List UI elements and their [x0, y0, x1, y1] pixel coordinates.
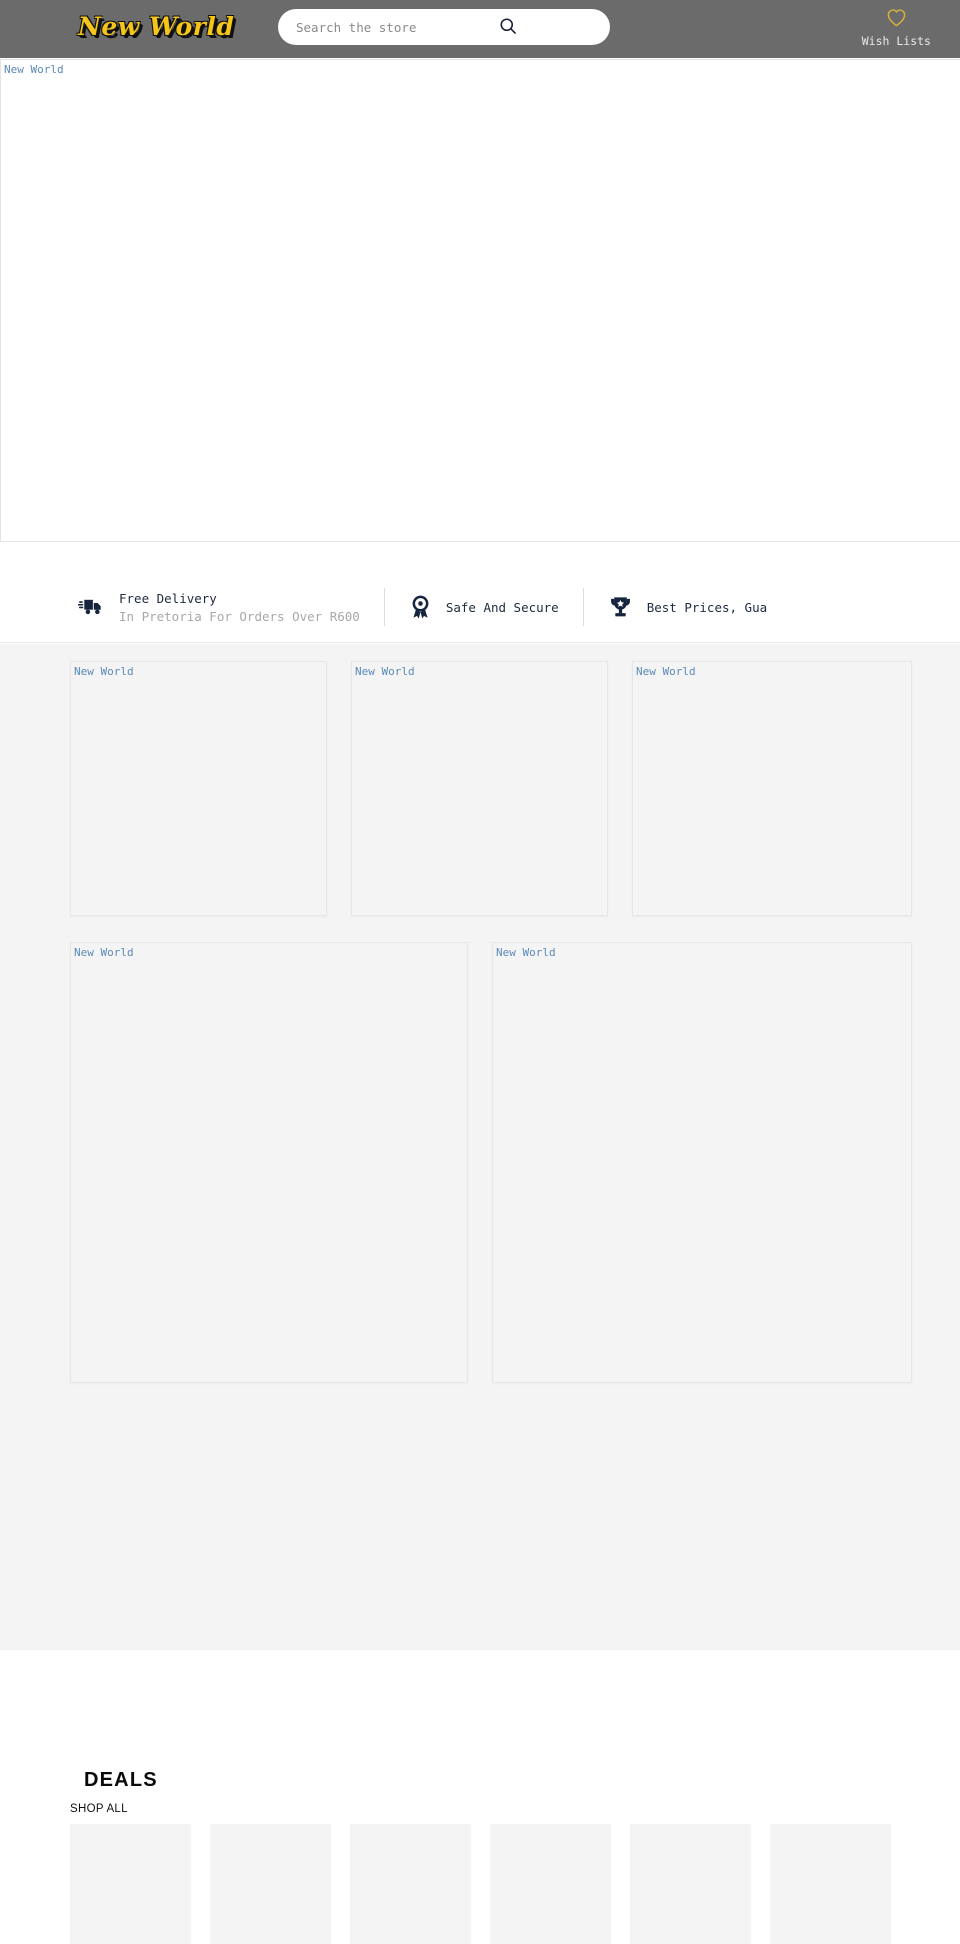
wish-lists-label: Wish Lists [861, 34, 931, 48]
site-header: New World Wish Lists S [0, 0, 960, 58]
deals-product-row [0, 1824, 960, 1944]
category-tile[interactable]: New World [632, 661, 912, 916]
trust-badge-text: Free Delivery In Pretoria For Orders Ove… [119, 591, 360, 624]
account-icon [953, 8, 960, 31]
trust-badge-subtitle: In Pretoria For Orders Over R600 [119, 608, 360, 624]
header-actions: Wish Lists S [862, 8, 960, 48]
category-tile-alt-text: New World [496, 946, 556, 959]
product-card-placeholder[interactable] [350, 1824, 471, 1944]
heart-icon [886, 8, 907, 31]
product-card-placeholder[interactable] [70, 1824, 191, 1944]
product-card-placeholder[interactable] [490, 1824, 611, 1944]
deals-heading: DEALS [84, 1769, 158, 1791]
category-tile[interactable]: New World [70, 942, 468, 1383]
trust-badge-safe-secure: Safe And Secure [385, 595, 583, 620]
hero-banner-image[interactable]: New World [0, 59, 960, 542]
trust-badge-best-prices: Best Prices, Gua [584, 595, 791, 619]
site-logo[interactable]: New World [78, 12, 234, 41]
trust-badges-row: Free Delivery In Pretoria For Orders Ove… [0, 585, 960, 629]
category-tiles-section: New World New World New World New World … [0, 644, 960, 1650]
trust-badge-title: Safe And Secure [445, 599, 559, 615]
product-card-placeholder[interactable] [770, 1824, 891, 1944]
account-button[interactable]: S [953, 8, 960, 48]
search-bar[interactable] [278, 9, 610, 45]
category-tile[interactable]: New World [70, 661, 327, 916]
delivery-truck-icon [78, 596, 105, 618]
category-tile-alt-text: New World [355, 665, 415, 678]
trust-badges-bar: Free Delivery In Pretoria For Orders Ove… [0, 543, 960, 643]
search-input[interactable] [294, 18, 494, 36]
category-tile[interactable]: New World [351, 661, 608, 916]
deals-shop-all-link[interactable]: SHOP ALL [70, 1803, 128, 1815]
category-tile-alt-text: New World [74, 946, 134, 959]
search-submit-button[interactable] [498, 16, 518, 39]
wish-lists-button[interactable]: Wish Lists [862, 8, 931, 48]
trust-badge-title: Free Delivery [119, 590, 217, 606]
category-tile[interactable]: New World [492, 942, 912, 1383]
trust-badge-free-delivery: Free Delivery In Pretoria For Orders Ove… [0, 591, 384, 624]
hero-alt-text: New World [4, 63, 64, 76]
award-ribbon-icon [409, 595, 432, 620]
trust-badge-title: Best Prices, Gua [646, 599, 768, 615]
category-tile-alt-text: New World [74, 665, 134, 678]
category-tile-alt-text: New World [636, 665, 696, 678]
trophy-icon [608, 595, 633, 619]
search-icon [498, 16, 518, 39]
product-card-placeholder[interactable] [630, 1824, 751, 1944]
product-card-placeholder[interactable] [210, 1824, 331, 1944]
